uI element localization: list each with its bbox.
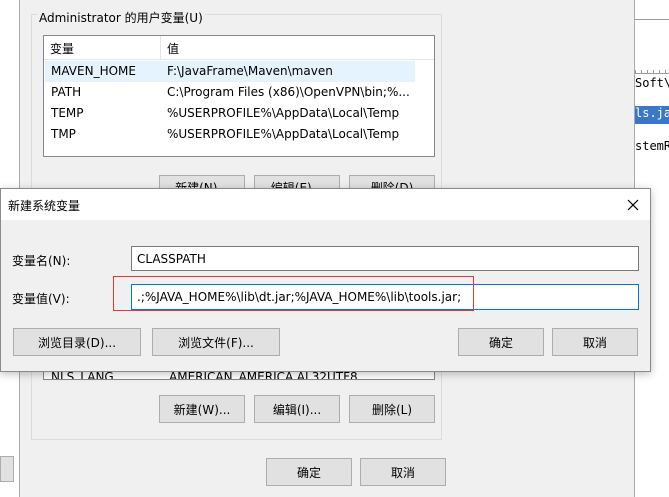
var-value: C:\Program Files (x86)\OpenVPN\bin;%... [167,85,410,99]
new-system-variable-dialog: 新建系统变量 变量名(N): CLASSPATH 变量值(V): .;%JAVA… [0,188,651,372]
browse-file-button[interactable]: 浏览文件(F)... [152,328,280,356]
editor-line-3: stemR [635,139,669,153]
dialog-cancel-button[interactable]: 取消 [552,328,638,356]
var-name: MAVEN_HOME [51,64,136,78]
table-row[interactable]: MAVEN_HOME F:\JavaFrame\Maven\maven [45,61,415,82]
var-name-label: 变量名(N): [12,254,71,268]
var-name: PATH [51,85,82,99]
column-header-name[interactable]: 变量 [50,40,74,57]
user-vars-list[interactable]: 变量 值 MAVEN_HOME F:\JavaFrame\Maven\maven… [43,35,435,157]
close-button[interactable] [617,189,649,220]
table-row[interactable]: PATH C:\Program Files (x86)\OpenVPN\bin;… [45,82,433,103]
dialog-ok-button[interactable]: 确定 [458,328,544,356]
left-strip-field [0,456,14,482]
editor-line-1: Soft\ [635,76,669,90]
user-vars-group-title: Administrator 的用户变量(U) [37,9,205,26]
editor-ruler [635,66,669,74]
highlight-box [113,276,474,311]
ok-button[interactable]: 确定 [266,458,352,486]
editor-line-2-selected: ls.ja [635,106,669,124]
column-header-value[interactable]: 值 [167,40,179,57]
var-value: %USERPROFILE%\AppData\Local\Temp [167,127,400,141]
var-value-label: 变量值(V): [12,292,70,306]
var-name: TEMP [51,106,84,120]
browse-directory-button[interactable]: 浏览目录(D)... [13,328,141,356]
var-name-field[interactable]: CLASSPATH [131,246,639,271]
system-new-button[interactable]: 新建(W)... [159,395,245,423]
table-row[interactable]: TMP %USERPROFILE%\AppData\Local\Temp [45,124,433,145]
cancel-button[interactable]: 取消 [360,458,446,486]
list-header: 变量 值 [44,36,434,60]
dialog-title: 新建系统变量 [8,199,81,213]
var-name: TMP [51,127,76,141]
dialog-titlebar: 新建系统变量 [1,189,650,220]
close-icon [627,199,639,210]
table-row[interactable]: TEMP %USERPROFILE%\AppData\Local\Temp [45,103,433,124]
editor-box [635,19,669,59]
var-value: F:\JavaFrame\Maven\maven [167,64,333,78]
system-delete-button[interactable]: 删除(L) [349,395,435,423]
system-edit-button[interactable]: 编辑(I)... [254,395,340,423]
var-value: %USERPROFILE%\AppData\Local\Temp [167,106,400,120]
column-divider [160,36,161,60]
